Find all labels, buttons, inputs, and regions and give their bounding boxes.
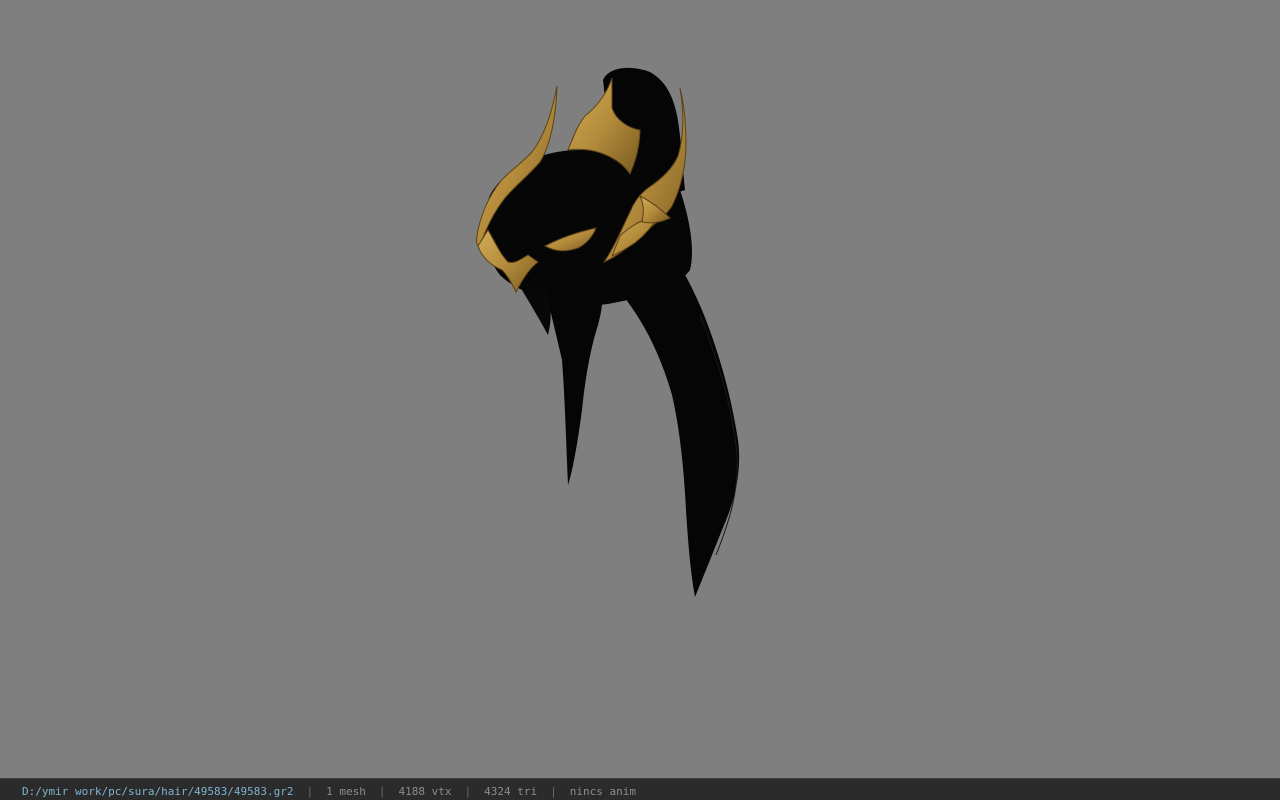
- 3d-viewport[interactable]: [0, 0, 1280, 778]
- status-separator: |: [550, 785, 557, 798]
- status-separator: |: [378, 785, 386, 798]
- status-bar: D:/ymir work/pc/sura/hair/49583/49583.gr…: [0, 778, 1280, 800]
- hair-strands-left-thin: [522, 285, 551, 335]
- animation-status: nincs anim: [569, 785, 636, 798]
- hair-mesh-model[interactable]: [476, 67, 740, 597]
- status-separator: |: [306, 785, 314, 798]
- model-viewer-window: D:/ymir work/pc/sura/hair/49583/49583.gr…: [0, 0, 1280, 800]
- file-path: D:/ymir work/pc/sura/hair/49583/49583.gr…: [22, 785, 294, 798]
- triangle-count: 4324 tri: [484, 785, 538, 798]
- status-separator: |: [464, 785, 472, 798]
- vertex-count: 4188 vtx: [398, 785, 452, 798]
- mesh-count: 1 mesh: [326, 785, 366, 798]
- model-canvas: [476, 67, 740, 597]
